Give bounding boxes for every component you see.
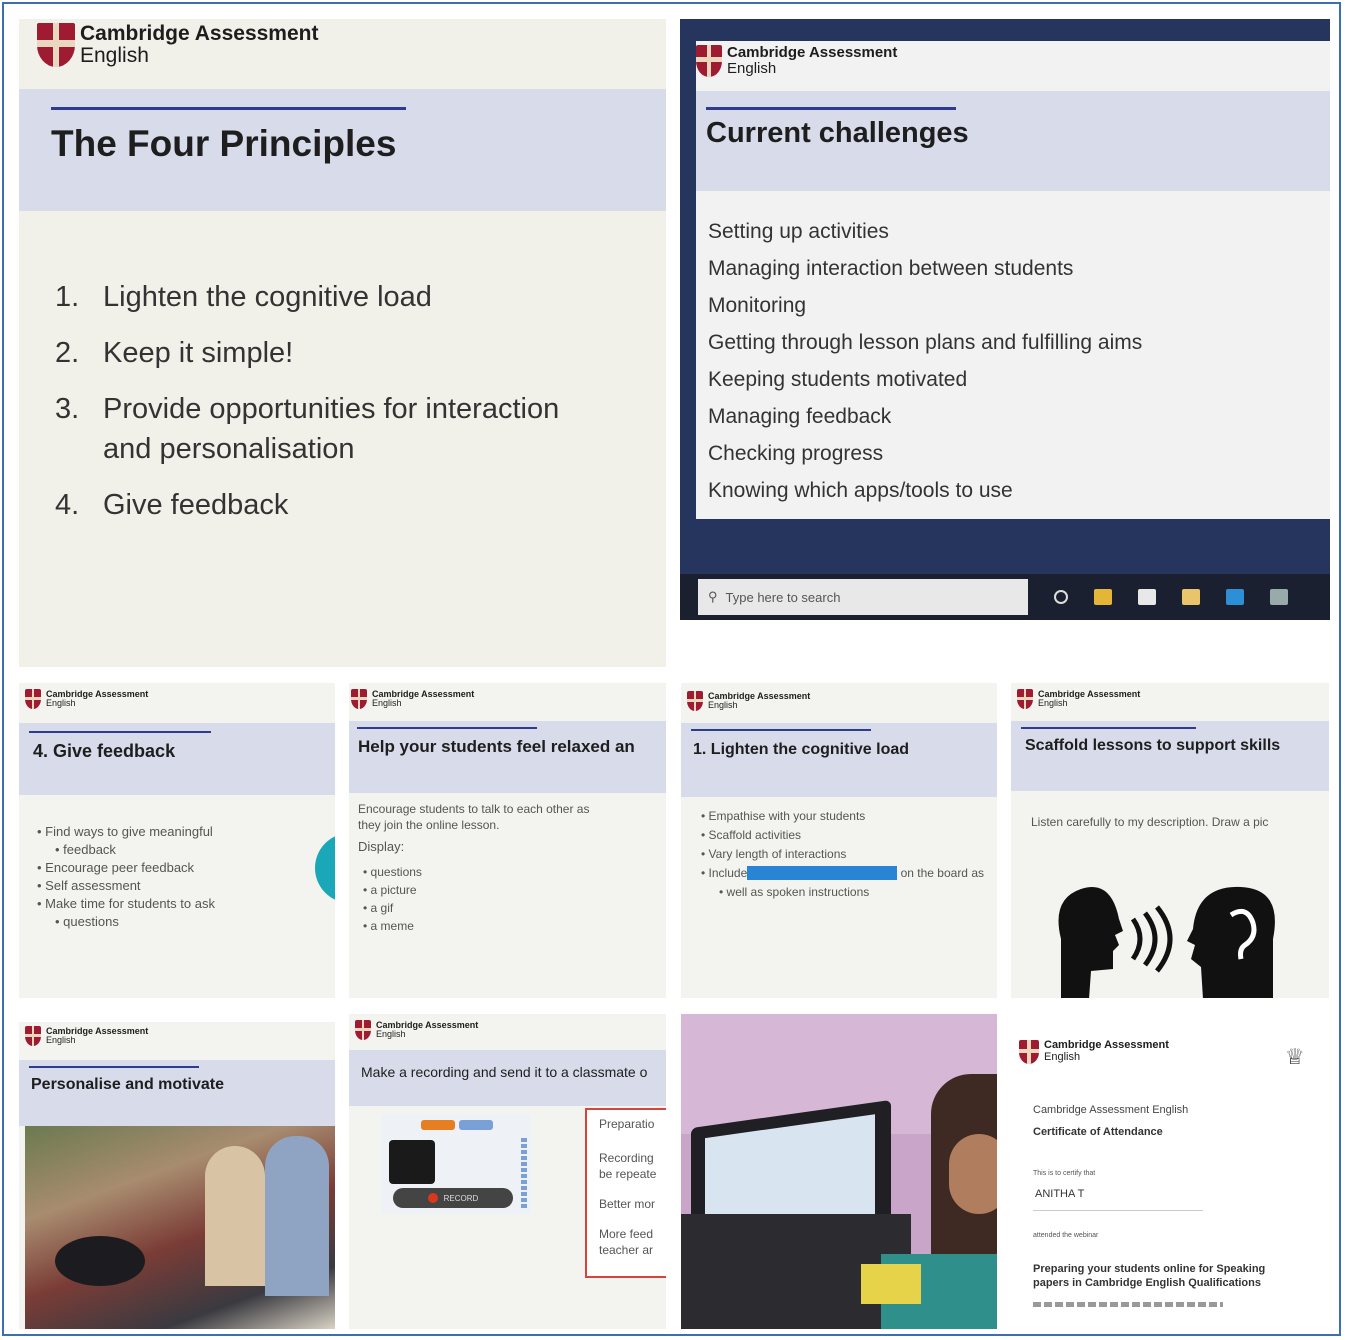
record-button[interactable]: RECORD <box>393 1188 513 1208</box>
principles-list: 1. Lighten the cognitive load 2. Keep it s… <box>55 281 559 545</box>
list-item: Getting through lesson plans and fulfill… <box>708 331 1143 354</box>
cambridge-logo: Cambridge Assessment English <box>696 45 897 77</box>
settings-icon[interactable] <box>1270 589 1288 605</box>
cambridge-shield-icon <box>355 1020 371 1040</box>
slide-four-principles: Cambridge Assessment English The Four Pr… <box>19 19 666 667</box>
cambridge-logo: Cambridge Assessment English <box>25 1026 148 1046</box>
slide-title: Make a recording and send it to a classm… <box>361 1064 648 1080</box>
cambridge-shield-icon <box>351 689 367 709</box>
list-item: Checking progress <box>708 442 884 465</box>
folder-icon[interactable] <box>1182 589 1200 605</box>
cert-certify: This is to certify that <box>1033 1170 1096 1177</box>
cert-attended: attended the webinar <box>1033 1232 1099 1239</box>
cambridge-shield-icon <box>25 689 41 709</box>
store-icon[interactable] <box>1138 589 1156 605</box>
slide-title: Help your students feel relaxed an <box>358 737 635 756</box>
slide-recording: Cambridge Assessment English Make a recor… <box>349 1014 666 1329</box>
slide-title: The Four Principles <box>51 123 397 164</box>
cambridge-logo: Cambridge Assessment English <box>355 1020 478 1040</box>
list-item: Knowing which apps/tools to use <box>708 479 1013 502</box>
task-view-icon[interactable] <box>1054 590 1068 604</box>
cambridge-logo: Cambridge Assessment English <box>687 691 810 711</box>
list-item: Keeping students motivated <box>708 368 968 391</box>
cert-webinar-title: Preparing your students online for Speak… <box>1033 1263 1266 1289</box>
mail-icon[interactable] <box>1226 589 1244 605</box>
taskbar-search-input[interactable]: ⚲ Type here to search <box>698 579 1028 615</box>
slide-relaxed: Cambridge Assessment English Help your st… <box>349 683 666 998</box>
logo-line2: English <box>80 44 149 68</box>
highlight-bar: xxxxxxxxxxxxxxxxxxxxxxxxx <box>747 866 898 880</box>
cert-name: ANITHA T <box>1035 1188 1085 1200</box>
speaking-listening-icon <box>1058 886 1275 998</box>
slide-title: Personalise and motivate <box>31 1076 224 1093</box>
instruction-text: Listen carefully to my description. Draw… <box>1031 815 1269 829</box>
list-item: 3. Provide opportunities for interaction <box>55 393 560 425</box>
certificate: Cambridge Assessment English ♕ Cambridge … <box>1013 1030 1329 1329</box>
list-item: 1. Lighten the cognitive load <box>55 281 432 313</box>
list-item: Setting up activities <box>708 220 889 243</box>
photo-learner-laptop <box>681 1014 997 1329</box>
windows-taskbar: ⚲ Type here to search <box>680 574 1330 620</box>
slide-personalise: Cambridge Assessment English Personalise … <box>19 1022 335 1329</box>
lighten-list: Empathise with your students Scaffold ac… <box>701 807 984 902</box>
crest-icon: ♕ <box>1285 1044 1305 1069</box>
record-dot-icon <box>427 1193 438 1203</box>
cambridge-shield-icon <box>1019 1040 1039 1064</box>
list-item: 2. Keep it simple! <box>55 337 294 369</box>
slide-title: 1. Lighten the cognitive load <box>693 741 910 758</box>
cambridge-shield-icon <box>25 1026 41 1046</box>
logo-line1: Cambridge Assessment <box>80 22 319 45</box>
cambridge-logo: Cambridge Assessment English <box>37 22 319 68</box>
list-item: Managing feedback <box>708 405 892 428</box>
cambridge-shield-icon <box>1017 689 1033 709</box>
slide-title: Scaffold lessons to support skills <box>1025 737 1281 754</box>
cambridge-logo: Cambridge Assessment English <box>1019 1040 1169 1064</box>
cert-title: Certificate of Attendance <box>1033 1126 1163 1138</box>
list-item: Managing interaction between students <box>708 257 1074 280</box>
list-item: and personalisation <box>103 433 355 465</box>
cambridge-shield-icon <box>37 23 75 68</box>
cert-org: Cambridge Assessment English <box>1033 1104 1189 1116</box>
cambridge-logo: Cambridge Assessment English <box>25 689 148 709</box>
side-panel: Preparatio Recording be repeate Better m… <box>585 1108 666 1278</box>
display-list: questions a picture a gif a meme <box>363 863 422 935</box>
barbecue-photo <box>25 1126 335 1329</box>
search-icon: ⚲ <box>708 589 718 604</box>
cambridge-shield-icon <box>696 45 722 77</box>
slide-scaffold: Cambridge Assessment English Scaffold les… <box>1011 683 1329 998</box>
challenges-list: Setting up activities Managing interacti… <box>708 213 1142 509</box>
slide-current-challenges: Cambridge Assessment English Current cha… <box>680 19 1330 620</box>
cambridge-logo: Cambridge Assessment English <box>351 689 474 709</box>
feedback-list: Find ways to give meaningful feedback En… <box>37 823 215 931</box>
slide-lighten-load: Cambridge Assessment English 1. Lighten t… <box>681 683 997 998</box>
teal-circle <box>315 833 335 903</box>
list-item: Monitoring <box>708 294 807 317</box>
cambridge-shield-icon <box>687 691 703 711</box>
chrome-icon[interactable] <box>1094 589 1112 605</box>
intro-text: Encourage students to talk to each other… <box>358 802 590 854</box>
slide-title: 4. Give feedback <box>33 741 176 761</box>
recorder-widget: RECORD <box>381 1114 531 1214</box>
slide-title: Current challenges <box>706 117 969 149</box>
slide-give-feedback: Cambridge Assessment English 4. Give feed… <box>19 683 335 998</box>
cambridge-logo: Cambridge Assessment English <box>1017 689 1140 709</box>
list-item: 4. Give feedback <box>55 489 289 521</box>
